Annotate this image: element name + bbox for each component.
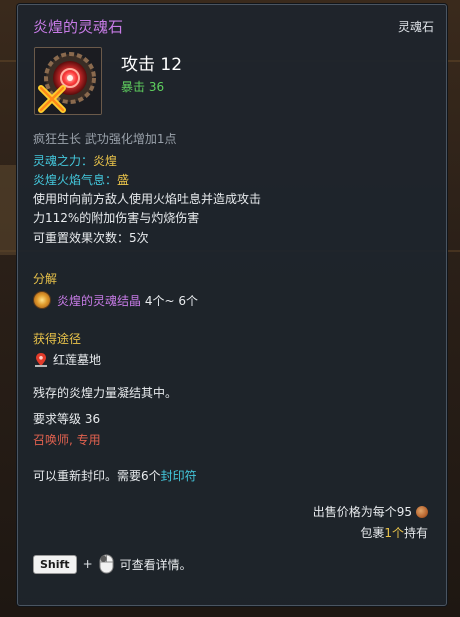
item-tooltip: 炎煌的灵魂石 灵魂石 攻击 12 暴击 36 疯狂生长 武功强化增加1点 灵魂之… (17, 4, 447, 606)
level-requirement: 要求等级 36 (33, 412, 101, 426)
inventory-count: 包裹1个持有 (360, 524, 428, 541)
location-name[interactable]: 红莲墓地 (53, 351, 101, 368)
growth-description: 疯狂生长 武功强化增加1点 (33, 132, 177, 146)
sell-price: 出售价格为每个95 (313, 503, 428, 520)
mouse-icon (99, 554, 114, 574)
inventory-number: 1个 (384, 526, 404, 540)
reseal-text: 可以重新封印。需要6个 (33, 469, 161, 483)
soul-crystal-icon (33, 291, 51, 309)
reseal-line: 可以重新封印。需要6个封印符 (33, 467, 197, 484)
plus-sign: + (82, 557, 93, 571)
item-name: 炎煌的灵魂石 (33, 18, 124, 36)
item-type: 灵魂石 (397, 20, 434, 34)
main-stat: 攻击 12 (121, 55, 183, 75)
inventory-prefix: 包裹 (360, 526, 385, 540)
flame-value: 盛 (117, 173, 130, 187)
flame-label: 炎煌火焰气息： (33, 173, 118, 187)
sub-stat: 暴击 36 (121, 80, 165, 94)
acquire-header: 获得途径 (33, 332, 82, 346)
crystal-link[interactable]: 炎煌的灵魂结晶 (57, 294, 141, 308)
shift-key-icon: Shift (33, 554, 77, 574)
flavor-text: 残存的炎煌力量凝结其中。 (33, 386, 178, 400)
location-pin-icon (35, 352, 47, 367)
sell-price-text: 出售价格为每个95 (312, 505, 412, 519)
effect-description-line-1: 使用时向前方敌人使用火焰吐息并造成攻击 (33, 192, 262, 206)
inventory-suffix: 持有 (403, 526, 428, 540)
detail-hint-text: 可查看详情。 (119, 557, 192, 572)
decompose-header: 分解 (33, 272, 58, 286)
acquire-location: 红莲墓地 (35, 351, 101, 368)
effect-description-line-2: 力112%的附加伤害与灼烧伤害 (33, 211, 200, 225)
decompose-result: 炎煌的灵魂结晶 4个~ 6个 (33, 291, 198, 309)
copper-coin-icon (416, 505, 428, 518)
flame-aura-line: 炎煌火焰气息：盛 (33, 171, 129, 188)
background-panel (0, 165, 18, 255)
soul-power-line: 灵魂之力：炎煌 (33, 152, 117, 169)
decompose-quantity: 4个~ 6个 (141, 293, 198, 308)
detail-hint: Shift + 可查看详情。 (33, 554, 192, 574)
class-requirement: 召唤师, 专用 (33, 433, 101, 447)
decompose-item-line: 炎煌的灵魂结晶 4个~ 6个 (57, 292, 198, 309)
soul-power-label: 灵魂之力： (33, 154, 94, 168)
soul-stone-icon (34, 47, 102, 115)
soul-power-value: 炎煌 (93, 154, 118, 168)
seal-charm-link[interactable]: 封印符 (161, 469, 197, 483)
reset-count: 可重置效果次数：5次 (33, 231, 149, 245)
